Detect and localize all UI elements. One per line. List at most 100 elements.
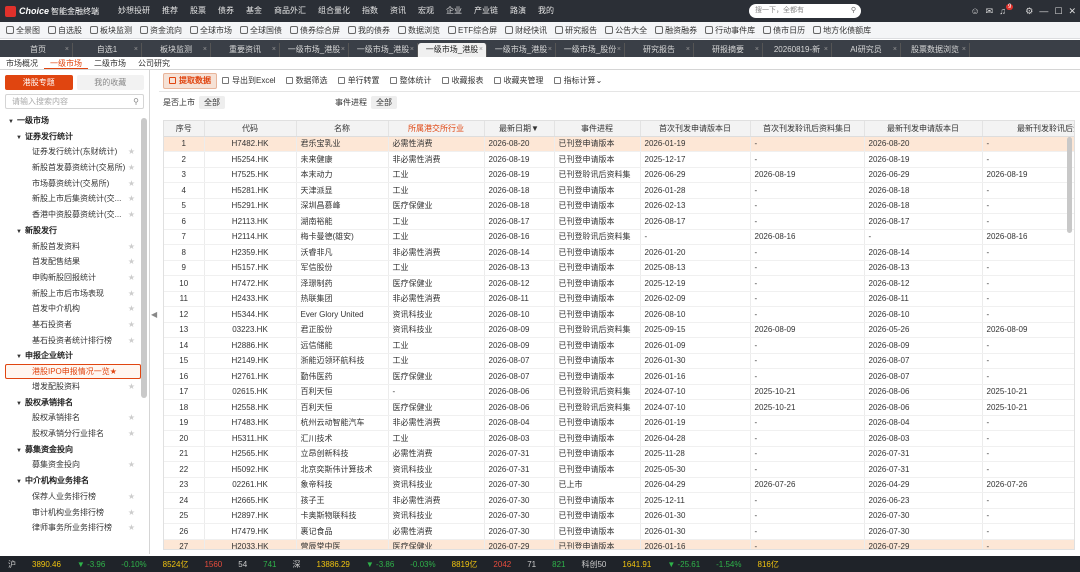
sidebar-scrollbar[interactable] xyxy=(141,118,147,398)
table-row[interactable]: 9 H5157.HK 军信股份 工业 2026-08-13 已刊登申请版本 2025-08-… xyxy=(164,260,1074,276)
menu-item[interactable]: 股票 xyxy=(184,0,212,22)
favorite-star-icon[interactable]: ★ xyxy=(110,367,117,376)
menu-item[interactable]: 推荐 xyxy=(156,0,184,22)
favorite-star-icon[interactable]: ★ xyxy=(128,191,135,207)
tree-group[interactable]: ▼ 新股发行 xyxy=(0,223,149,239)
action-button[interactable]: 整体统计 xyxy=(385,73,437,89)
table-row[interactable]: 21 H2565.HK 立昂创新科技 必需性消费 2026-07-31 已刊登申请版本 20… xyxy=(164,446,1074,462)
table-row[interactable]: 23 02261.HK 象帝科技 资讯科技业 2026-07-30 已上市 2026-04-… xyxy=(164,477,1074,493)
column-header[interactable]: 代码 xyxy=(204,121,297,137)
tree-leaf[interactable]: 香港中资股募资统计(交... ★ xyxy=(0,207,149,223)
toolbar-button[interactable]: 我的债券 xyxy=(344,25,394,36)
filter-progress-select[interactable]: 全部 xyxy=(371,95,397,109)
close-tab-icon[interactable]: × xyxy=(686,43,690,57)
global-search-input[interactable]: 搜一下，全都有 ⚲ xyxy=(749,4,861,18)
bell-icon[interactable]: ♫ xyxy=(999,6,1006,16)
menu-item[interactable]: 资讯 xyxy=(384,0,412,22)
favorite-star-icon[interactable]: ★ xyxy=(128,489,135,505)
favorite-star-icon[interactable]: ★ xyxy=(128,144,135,160)
toolbar-button[interactable]: 债市日历 xyxy=(759,25,809,36)
close-tab-icon[interactable]: × xyxy=(65,43,69,57)
tree-leaf[interactable]: 申购新股回报统计 ★ xyxy=(0,270,149,286)
favorite-star-icon[interactable]: ★ xyxy=(128,379,135,395)
action-button[interactable]: 收藏报表 xyxy=(437,73,489,89)
toolbar-button[interactable]: 财经快讯 xyxy=(501,25,551,36)
action-button[interactable]: 数据筛选 xyxy=(281,73,333,89)
table-row[interactable]: 14 H2886.HK 远信储能 工业 2026-08-09 已刊登申请版本 2026-01… xyxy=(164,337,1074,354)
toolbar-button[interactable]: 全球国债 xyxy=(236,25,286,36)
tree-group[interactable]: ▼ 一级市场 xyxy=(0,113,149,129)
table-row[interactable]: 4 H5281.HK 天津派显 工业 2026-08-18 已刊登申请版本 2026-01-… xyxy=(164,182,1074,199)
favorite-star-icon[interactable]: ★ xyxy=(128,286,135,302)
menu-item[interactable]: 指数 xyxy=(356,0,384,22)
table-row[interactable]: 16 H2761.HK 勤伟医药 医疗保健业 2026-08-07 已刊登申请版本 2026… xyxy=(164,368,1074,385)
tree-group[interactable]: ▼ 中介机构业务排名 xyxy=(0,473,149,489)
menu-item[interactable]: 基金 xyxy=(240,0,268,22)
close-tab-icon[interactable]: × xyxy=(410,43,414,57)
table-row[interactable]: 11 H2433.HK 热联集团 非必需性消费 2026-08-11 已刊登申请版本 202… xyxy=(164,291,1074,307)
close-tab-icon[interactable]: × xyxy=(962,43,966,57)
column-header[interactable]: 序号 xyxy=(164,121,205,137)
table-row[interactable]: 24 H2665.HK 孩子王 非必需性消费 2026-07-30 已刊登申请版本 2025… xyxy=(164,492,1074,509)
tree-leaf[interactable]: 证券发行统计(东财统计) ★ xyxy=(0,144,149,160)
tree-group[interactable]: ▼ 申报企业统计 xyxy=(0,348,149,364)
tree-leaf[interactable]: 市场募资统计(交易所) ★ xyxy=(0,176,149,192)
workspace-tab[interactable]: 首页 × xyxy=(4,43,73,57)
menu-item[interactable]: 妙想投研 xyxy=(112,0,156,22)
minimize-icon[interactable]: — xyxy=(1039,6,1048,16)
tree-leaf[interactable]: 新股上市后集资统计(交... ★ xyxy=(0,191,149,207)
toolbar-button[interactable]: 地方化债额库 xyxy=(809,25,875,36)
favorite-star-icon[interactable]: ★ xyxy=(128,520,135,536)
tree-leaf[interactable]: 基石投资者 ★ xyxy=(0,317,149,333)
menu-item[interactable]: 路演 xyxy=(504,0,532,22)
search-icon[interactable]: ⚲ xyxy=(133,95,139,108)
table-row[interactable]: 3 H7525.HK 本末动力 工业 2026-08-19 已刊登聆讯后资料集 2026-0… xyxy=(164,167,1074,183)
workspace-tab[interactable]: 一级市场_港股 × xyxy=(280,43,349,57)
favorite-star-icon[interactable]: ★ xyxy=(128,301,135,317)
workspace-tab[interactable]: 一级市场_港股 × xyxy=(418,43,487,57)
favorite-star-icon[interactable]: ★ xyxy=(128,207,135,223)
toolbar-button[interactable]: 融资融券 xyxy=(651,25,701,36)
table-row[interactable]: 5 H5291.HK 深圳昌慕峰 医疗保健业 2026-08-18 已刊登申请版本 2026… xyxy=(164,198,1074,214)
filter-listed-select[interactable]: 全部 xyxy=(199,95,225,109)
favorite-star-icon[interactable]: ★ xyxy=(128,160,135,176)
table-row[interactable]: 26 H7479.HK 裹记食品 必需性消费 2026-07-30 已刊登申请版本 2026… xyxy=(164,523,1074,540)
menu-item[interactable]: 商品外汇 xyxy=(268,0,312,22)
close-tab-icon[interactable]: × xyxy=(272,43,276,57)
favorite-star-icon[interactable]: ★ xyxy=(128,426,135,442)
column-header[interactable]: 最新刊发申请版本日 xyxy=(864,121,983,137)
tree-leaf[interactable]: 律师事务所业务排行榜 ★ xyxy=(0,520,149,536)
menu-item[interactable]: 企业 xyxy=(440,0,468,22)
subtab[interactable]: 一级市场 xyxy=(44,57,88,69)
close-tab-icon[interactable]: × xyxy=(479,43,483,57)
toolbar-button[interactable]: 全球市场 xyxy=(186,25,236,36)
column-header[interactable]: 首次刊发聆讯后资料集日 xyxy=(750,121,865,137)
table-row[interactable]: 13 03223.HK 君正股份 资讯科技业 2026-08-09 已刊登聆讯后资料集 20… xyxy=(164,322,1074,338)
menu-item[interactable]: 宏观 xyxy=(412,0,440,22)
table-row[interactable]: 17 02615.HK 百利天恒 -2026-08-06 已刊登聆讯后资料集 2024-0… xyxy=(164,384,1074,400)
column-header[interactable]: 首次刊发申请版本日 xyxy=(640,121,751,137)
favorite-star-icon[interactable]: ★ xyxy=(128,333,135,349)
tree-leaf[interactable]: 新股首发募资统计(交易所) ★ xyxy=(0,160,149,176)
table-row[interactable]: 10 H7472.HK 泽璟制药 医疗保健业 2026-08-12 已刊登申请版本 2025… xyxy=(164,275,1074,292)
table-row[interactable]: 19 H7483.HK 杭州云动智能汽车 非必需性消费 2026-08-04 已刊登申请版… xyxy=(164,415,1074,431)
table-row[interactable]: 2 H5254.HK 未来健康 非必需性消费 2026-08-19 已刊登申请版本 2025… xyxy=(164,151,1074,168)
action-button[interactable]: 指标计算 ⌄ xyxy=(549,73,608,89)
toolbar-button[interactable]: ETF综合屏 xyxy=(444,25,501,36)
table-row[interactable]: 27 H2033.HK 营辰堂中医 医疗保健业 2026-07-29 已刊登申请版本 202… xyxy=(164,539,1074,549)
sidebar-search-input[interactable]: 请输入搜索内容 ⚲ xyxy=(5,94,144,109)
close-tab-icon[interactable]: × xyxy=(755,43,759,57)
table-row[interactable]: 7 H2114.HK 梅卡曼德(雄安) 工业 2026-08-16 已刊登聆讯后资料集 -2… xyxy=(164,229,1074,245)
table-row[interactable]: 1 H7482.HK 君乐宝乳业 必需性消费 2026-08-20 已刊登申请版本 2026… xyxy=(164,136,1074,152)
user-icon[interactable]: ☺ xyxy=(970,6,979,16)
tree-leaf[interactable]: 新股上市后市场表现 ★ xyxy=(0,286,149,302)
sort-desc-icon[interactable]: ▼ xyxy=(531,124,539,133)
search-icon[interactable]: ⚲ xyxy=(851,4,856,18)
toolbar-button[interactable]: 研究报告 xyxy=(551,25,601,36)
toolbar-button[interactable]: 数据浏览 xyxy=(394,25,444,36)
menu-item[interactable]: 债券 xyxy=(212,0,240,22)
action-button[interactable]: 提取数据 xyxy=(163,72,217,89)
close-tab-icon[interactable]: × xyxy=(824,43,828,57)
menu-item[interactable]: 组合量化 xyxy=(312,0,356,22)
tree-group[interactable]: ▼ 证券发行统计 xyxy=(0,129,149,145)
